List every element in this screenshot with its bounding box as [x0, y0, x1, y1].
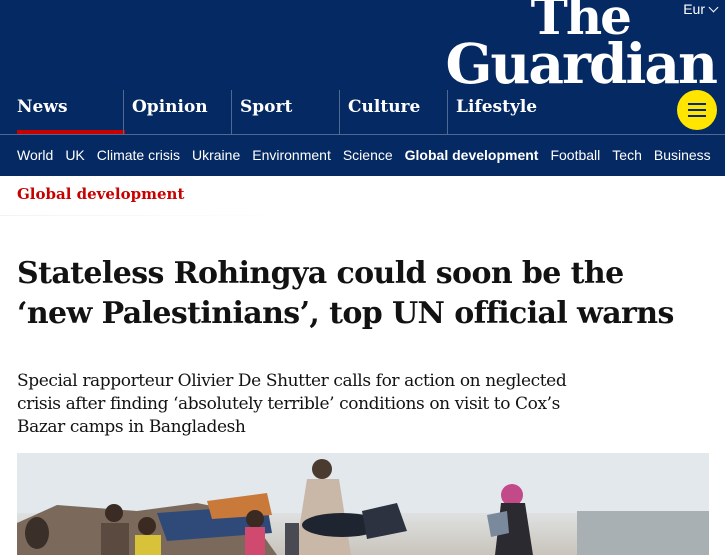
subnav-item-business[interactable]: Business — [654, 146, 711, 164]
article-main-image — [17, 453, 709, 555]
section-tag[interactable]: Global development — [17, 183, 184, 205]
pillar-sport[interactable]: Sport — [231, 90, 339, 134]
subnav-item-environment[interactable]: Environment — [252, 146, 331, 164]
article-headline: Stateless Rohingya could soon be the ‘ne… — [17, 256, 674, 331]
subnav: World UK Climate crisis Ukraine Environm… — [17, 146, 711, 164]
subnav-item-uk[interactable]: UK — [65, 146, 84, 164]
pillar-news[interactable]: News — [17, 90, 125, 134]
logo-line-2: Guardian — [445, 31, 718, 96]
subnav-item-science[interactable]: Science — [343, 146, 393, 164]
menu-button[interactable] — [677, 90, 717, 130]
pillar-lifestyle[interactable]: Lifestyle — [447, 90, 567, 134]
hamburger-menu-icon — [688, 103, 706, 105]
subnav-item-global-development[interactable]: Global development — [405, 146, 539, 164]
pillar-opinion[interactable]: Opinion — [123, 90, 231, 134]
pillar-culture[interactable]: Culture — [339, 90, 447, 134]
subnav-item-football[interactable]: Football — [550, 146, 600, 164]
subnav-item-ukraine[interactable]: Ukraine — [192, 146, 240, 164]
rohingya-camp-photo — [17, 453, 709, 555]
subnav-item-climate-crisis[interactable]: Climate crisis — [97, 146, 180, 164]
subnav-item-world[interactable]: World — [17, 146, 53, 164]
guardian-logo[interactable]: The Guardian — [445, 0, 718, 96]
masthead: Eur The Guardian News Opinion Sport Cult… — [0, 0, 725, 176]
subnav-item-tech[interactable]: Tech — [612, 146, 642, 164]
pillar-nav: News Opinion Sport Culture Lifestyle — [0, 90, 725, 134]
section-divider — [0, 215, 300, 216]
article-standfirst: Special rapporteur Olivier De Shutter ca… — [17, 371, 567, 437]
subnav-divider — [0, 134, 725, 135]
